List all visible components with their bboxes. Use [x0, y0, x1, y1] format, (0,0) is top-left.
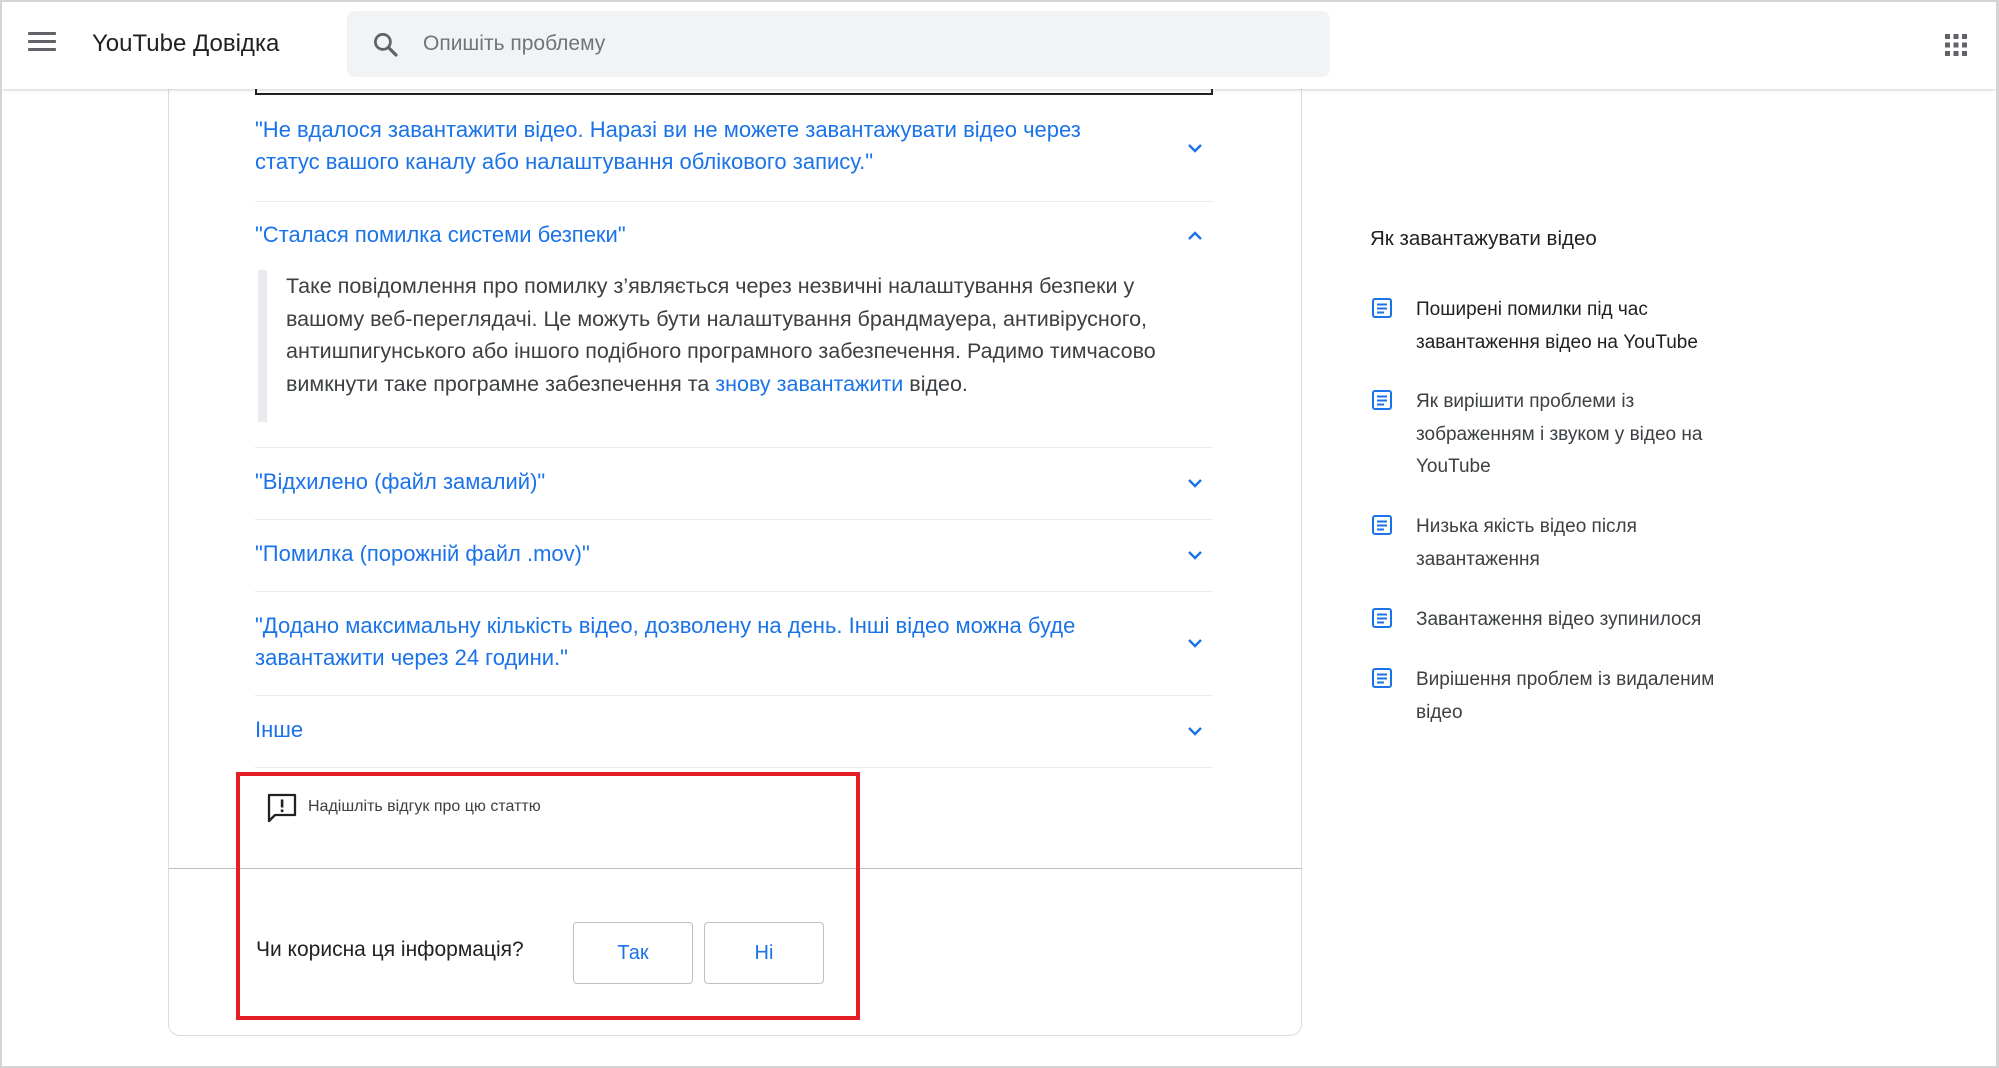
sidebar-item-label[interactable]: Як вирішити проблеми із зображенням і зв… [1416, 386, 1736, 484]
highlight-box [236, 772, 860, 1020]
accordion-item-upload-blocked[interactable]: "Не вдалося завантажити відео. Наразі ви… [255, 102, 1213, 202]
chevron-down-icon[interactable] [1185, 545, 1205, 565]
table-bottom-edge [255, 89, 1213, 95]
sidebar-item-label[interactable]: Вирішення проблем із видаленим відео [1416, 664, 1736, 729]
accordion-item-daily-limit[interactable]: "Додано максимальну кількість відео, доз… [255, 592, 1213, 696]
chevron-down-icon[interactable] [1185, 138, 1205, 158]
accordion-title[interactable]: "Додано максимальну кількість відео, доз… [255, 610, 1115, 674]
accordion-title[interactable]: Інше [255, 714, 1115, 746]
hamburger-menu-icon[interactable] [28, 32, 56, 56]
search-box[interactable] [347, 11, 1330, 77]
top-app-bar: YouTube Довідка [2, 2, 1996, 89]
document-icon [1372, 668, 1392, 688]
search-icon[interactable] [371, 30, 401, 60]
accordion-item-empty-mov[interactable]: "Помилка (порожній файл .mov)" [255, 520, 1213, 592]
sidebar-item-label[interactable]: Завантаження відео зупинилося [1416, 604, 1736, 637]
browser-frame: YouTube Довідка "Не вдалося завантажити … [0, 0, 1999, 1068]
sidebar-title: Як завантажувати відео [1370, 227, 1597, 250]
chevron-down-icon[interactable] [1185, 721, 1205, 741]
accordion-title[interactable]: "Сталася помилка системи безпеки" [255, 219, 1115, 251]
sidebar-item-label[interactable]: Поширені помилки під час завантаження ві… [1416, 294, 1736, 359]
accordion-title[interactable]: "Відхилено (файл замалий)" [255, 466, 1115, 498]
accordion-item-file-too-small[interactable]: "Відхилено (файл замалий)" [255, 448, 1213, 520]
app-title[interactable]: YouTube Довідка [92, 30, 279, 58]
document-icon [1372, 298, 1392, 318]
body-text-end: відео. [903, 371, 968, 396]
chevron-up-icon[interactable] [1185, 226, 1205, 246]
document-icon [1372, 608, 1392, 628]
document-icon [1372, 515, 1392, 535]
apps-grid-icon[interactable] [1945, 34, 1967, 56]
reupload-link[interactable]: знову завантажити [715, 372, 903, 396]
chevron-down-icon[interactable] [1185, 473, 1205, 493]
document-icon [1372, 390, 1392, 410]
accordion-item-other[interactable]: Інше [255, 696, 1213, 768]
accordion-title[interactable]: "Помилка (порожній файл .mov)" [255, 538, 1115, 570]
chevron-down-icon[interactable] [1185, 633, 1205, 653]
accordion-title[interactable]: "Не вдалося завантажити відео. Наразі ви… [255, 114, 1115, 178]
search-input[interactable] [423, 25, 1303, 63]
sidebar-item-label[interactable]: Низька якість відео після завантаження [1416, 511, 1736, 576]
accordion-body: Таке повідомлення про помилку з’являєтьс… [258, 270, 1213, 422]
